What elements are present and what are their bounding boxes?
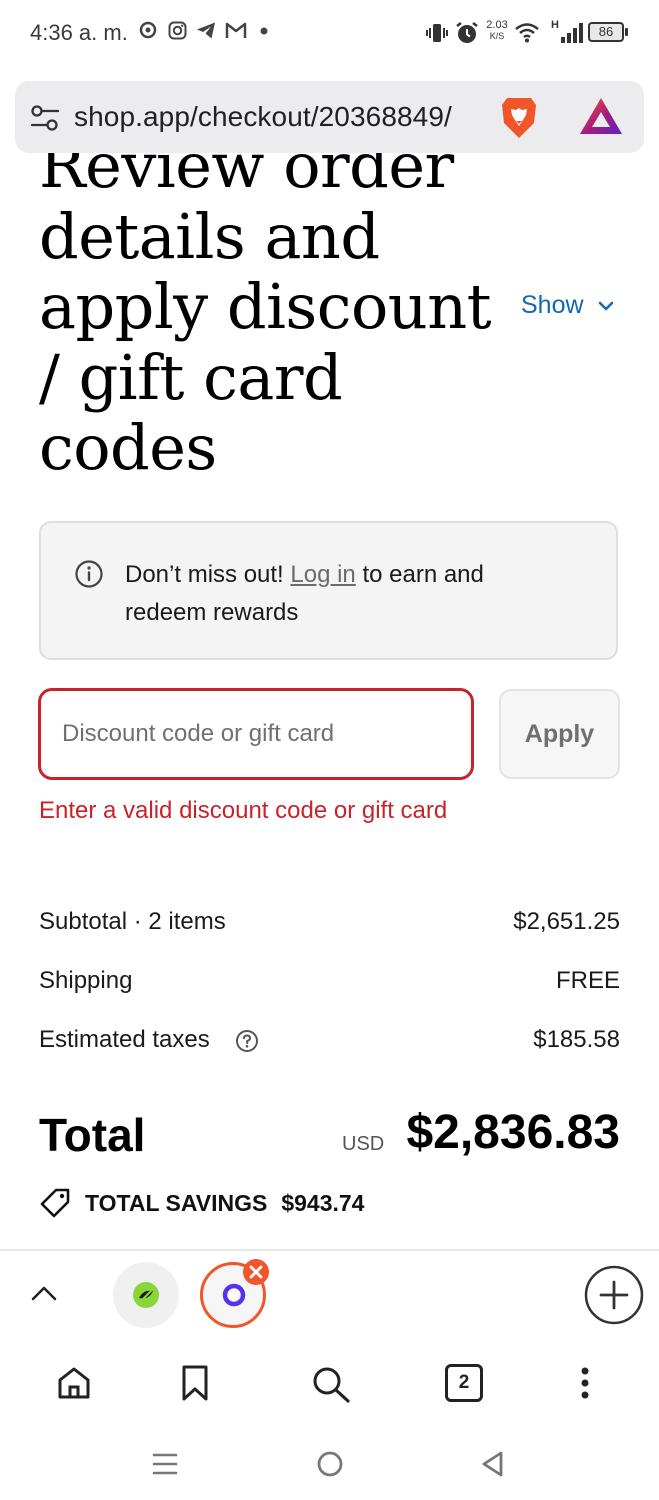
- home-icon[interactable]: [56, 1365, 92, 1401]
- status-time: 4:36 a. m.: [30, 20, 128, 45]
- brave-rewards-triangle-icon[interactable]: [578, 96, 624, 136]
- vibrate-icon: [426, 24, 448, 42]
- battery-level: 86: [598, 24, 614, 39]
- total-savings-row: TOTAL SAVINGS $943.74: [39, 1188, 364, 1218]
- shipping-label: Shipping: [39, 967, 133, 994]
- chevron-down-icon: [598, 301, 613, 310]
- tabs-icon[interactable]: 2: [445, 1364, 483, 1402]
- total-savings-value: $943.74: [281, 1189, 365, 1216]
- total-label: Total: [39, 1109, 146, 1161]
- rewards-notice-text: Don’t miss out! Log in to earn and redee…: [125, 556, 545, 632]
- taxes-value: $185.58: [533, 1026, 620, 1053]
- tab-strip: [0, 1249, 659, 1341]
- network-speed: 2.03 K/S: [486, 19, 508, 42]
- close-tab-icon[interactable]: [242, 1258, 270, 1286]
- show-order-summary-toggle[interactable]: Show: [521, 291, 614, 320]
- vpn-shield-icon: [139, 21, 157, 39]
- chevron-up-icon[interactable]: [30, 1283, 58, 1303]
- apply-button[interactable]: Apply: [499, 689, 620, 779]
- instagram-icon: [168, 21, 187, 40]
- shipping-value: FREE: [555, 967, 620, 994]
- status-bar: 4:36 a. m. 2.03 K/S H 86: [0, 0, 659, 70]
- telegram-icon: [197, 22, 215, 39]
- brave-lion-icon[interactable]: [499, 95, 539, 141]
- signal-bars-icon: [561, 23, 583, 43]
- rewards-notice-prefix: Don’t miss out!: [125, 561, 291, 588]
- page-title-region: Review order details and apply discount …: [0, 153, 659, 493]
- help-icon[interactable]: [235, 1029, 259, 1053]
- tab-favicon-1[interactable]: [113, 1262, 179, 1328]
- menu-icon[interactable]: [151, 1450, 179, 1478]
- tab-count: 2: [458, 1372, 470, 1393]
- more-notifications-dot-icon: [260, 27, 268, 35]
- back-icon[interactable]: [480, 1450, 506, 1478]
- wifi-icon: [515, 23, 539, 43]
- site-favicon-icon: [133, 1282, 159, 1308]
- discount-error-message: Enter a valid discount code or gift card: [39, 797, 448, 824]
- tag-icon: [40, 1188, 70, 1218]
- gmail-icon: [225, 22, 247, 38]
- battery-tip: [625, 28, 628, 36]
- total-value: $2,836.83: [406, 1106, 620, 1159]
- url-text[interactable]: shop.app/checkout/20368849/: [74, 101, 452, 133]
- home-circle-icon[interactable]: [316, 1450, 344, 1478]
- tune-icon[interactable]: [30, 104, 60, 132]
- total-currency: USD: [342, 1133, 385, 1155]
- signal-type: H: [551, 19, 559, 31]
- subtotal-value: $2,651.25: [513, 908, 620, 935]
- show-toggle-label: Show: [521, 291, 584, 319]
- subtotal-label: Subtotal · 2 items: [39, 908, 226, 935]
- search-icon[interactable]: [311, 1365, 351, 1403]
- taxes-label: Estimated taxes: [39, 1026, 210, 1053]
- alarm-icon: [456, 22, 478, 43]
- log-in-link[interactable]: Log in: [290, 561, 355, 588]
- plus-icon[interactable]: [584, 1265, 644, 1325]
- page-title: Review order details and apply discount …: [39, 153, 492, 484]
- bookmark-icon[interactable]: [180, 1364, 210, 1402]
- more-vert-icon[interactable]: [578, 1364, 592, 1402]
- discount-code-input[interactable]: [38, 688, 474, 780]
- total-savings-label: TOTAL SAVINGS: [85, 1189, 268, 1216]
- info-icon: [75, 560, 103, 588]
- battery-indicator: 86: [588, 22, 624, 42]
